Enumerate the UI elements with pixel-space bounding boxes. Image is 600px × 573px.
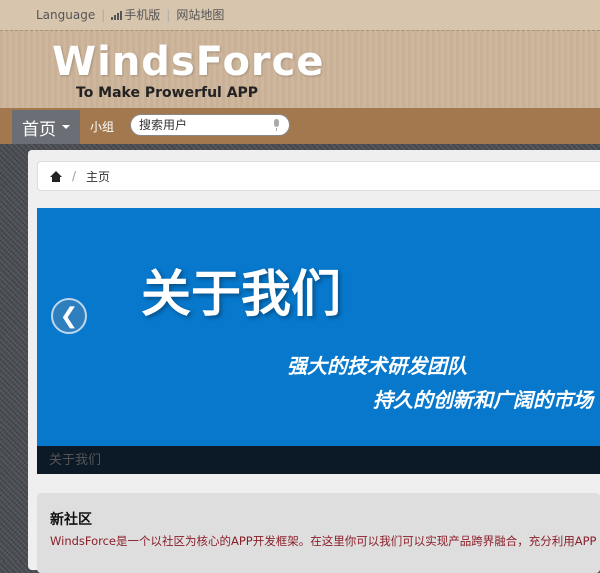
breadcrumb: / 主页 [37, 161, 600, 191]
home-icon[interactable] [50, 170, 62, 182]
microphone-icon[interactable] [274, 119, 279, 131]
top-bar: Language | 手机版 | 网站地图 [0, 0, 600, 30]
caret-down-icon [62, 125, 70, 129]
site-logo[interactable]: WindsForce [52, 39, 325, 85]
site-header: WindsForce To Make Prowerful APP [0, 30, 600, 109]
carousel-caption: 关于我们 [37, 446, 600, 474]
site-slogan: To Make Prowerful APP [76, 85, 259, 101]
news-text: WindsForce是一个以社区为核心的APP开发框架。在这里你可以我们可以实现… [50, 534, 597, 548]
separator: | [166, 7, 171, 22]
banner-line-1: 强大的技术研发团队 [287, 354, 467, 378]
search-input[interactable] [139, 117, 264, 133]
news-title[interactable]: 新社区 [50, 509, 92, 529]
user-search [130, 114, 290, 136]
signal-icon [111, 10, 123, 20]
news-card: 新社区 WindsForce是一个以社区为核心的APP开发框架。在这里你可以我们… [37, 493, 600, 573]
main-navbar: 首页 小组 [0, 108, 600, 144]
nav-home-dropdown[interactable]: 首页 [12, 110, 80, 144]
carousel-prev-button[interactable]: ❮ [51, 298, 87, 334]
breadcrumb-current: 主页 [86, 169, 111, 184]
carousel-banner[interactable]: 关于我们 强大的技术研发团队 持久的创新和广阔的市场 ❮ 关于我们 [37, 208, 600, 474]
sitemap-link[interactable]: 网站地图 [176, 6, 224, 23]
top-links: Language | 手机版 | 网站地图 [36, 6, 224, 23]
banner-line-2: 持久的创新和广阔的市场 [373, 388, 593, 412]
language-link[interactable]: Language [36, 8, 95, 22]
banner-title: 关于我们 [141, 265, 341, 323]
separator: | [101, 7, 106, 22]
nav-group-link[interactable]: 小组 [90, 118, 114, 135]
breadcrumb-separator: / [72, 169, 77, 183]
nav-home-label: 首页 [22, 119, 56, 140]
mobile-link[interactable]: 手机版 [124, 6, 160, 23]
